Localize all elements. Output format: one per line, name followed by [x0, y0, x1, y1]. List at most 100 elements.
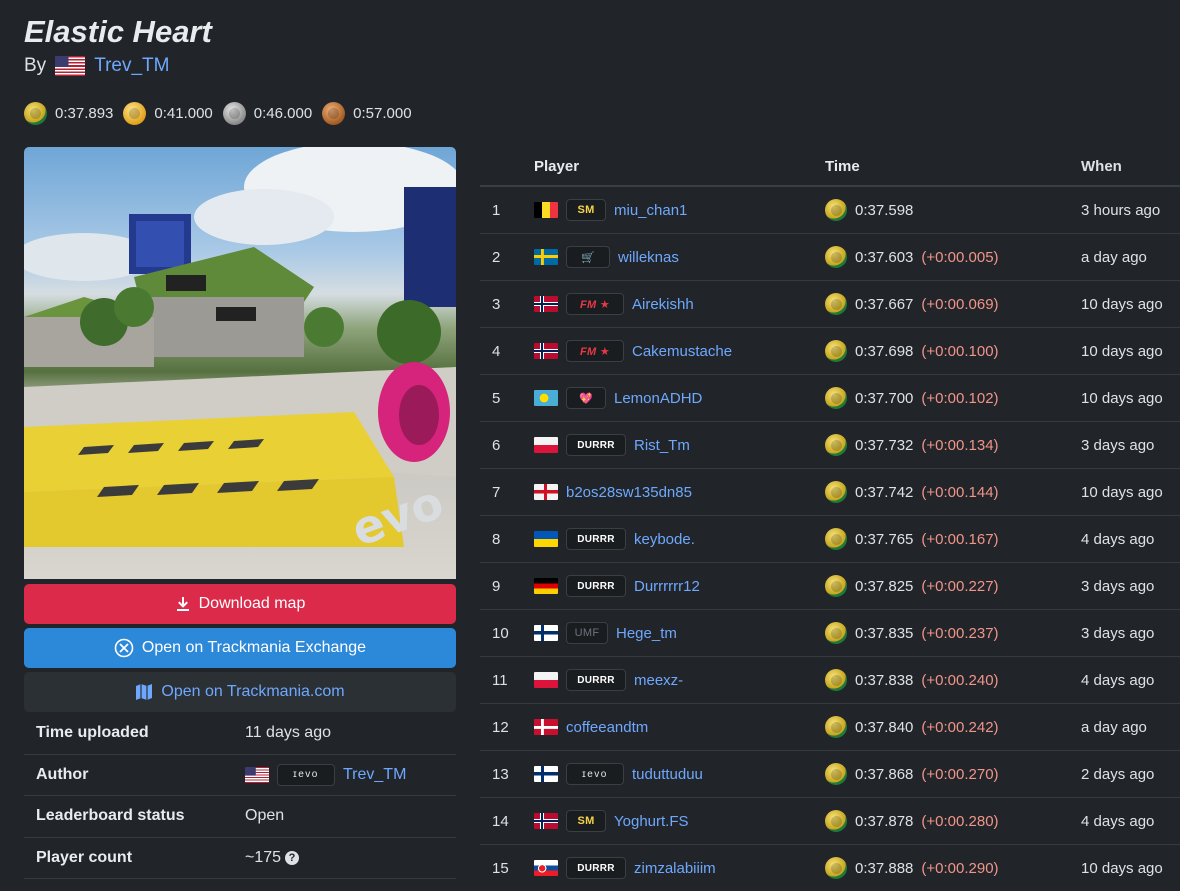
- player-link[interactable]: coffeeandtm: [566, 719, 648, 736]
- rank-cell: 3: [492, 295, 501, 313]
- player-count-value: ~175 ?: [245, 849, 300, 867]
- time-delta: (+0:00.167): [921, 530, 999, 548]
- time-cell: 0:37.598: [825, 199, 1081, 221]
- club-tag: FM ★: [566, 340, 624, 362]
- country-flag-icon: [534, 249, 558, 265]
- player-link[interactable]: LemonADHD: [614, 390, 702, 407]
- author-medal-icon: [825, 716, 847, 738]
- download-map-button[interactable]: Download map: [24, 584, 456, 624]
- club-tag: SM: [566, 199, 606, 221]
- open-tmx-label: Open on Trackmania Exchange: [141, 639, 367, 656]
- player-link[interactable]: Durrrrrr12: [634, 578, 700, 595]
- record-time: 0:37.840: [855, 718, 914, 736]
- time-cell: 0:37.825 (+0:00.227): [825, 575, 1081, 597]
- medal-times: 0:37.893 0:41.000 0:46.000 0:57.000: [24, 102, 422, 125]
- rank-cell: 11: [492, 671, 508, 689]
- author-medal-icon: [825, 810, 847, 832]
- when-cell: 2 days ago: [1081, 765, 1155, 783]
- country-flag-icon: [534, 766, 558, 782]
- rank-cell: 13: [492, 765, 509, 783]
- record-time: 0:37.825: [855, 577, 914, 595]
- player-link[interactable]: Yoghurt.FS: [614, 813, 689, 830]
- map-author-link[interactable]: Trev_TM: [94, 55, 169, 77]
- record-time: 0:37.732: [855, 436, 914, 454]
- table-row: 11 DURRR meexz- 0:37.838 (+0:00.240) 4 d…: [480, 657, 1180, 704]
- time-cell: 0:37.840 (+0:00.242): [825, 716, 1081, 738]
- map-thumbnail: evo: [24, 147, 456, 579]
- when-cell: 4 days ago: [1081, 530, 1155, 548]
- player-link[interactable]: Airekishh: [632, 296, 694, 313]
- leaderboard-body: 1 SM miu_chan1 0:37.598 3 hours ago 2 🛒 …: [480, 187, 1180, 891]
- club-tag: SM: [566, 810, 606, 832]
- tmx-logo-icon: [114, 638, 134, 658]
- record-time: 0:37.765: [855, 530, 914, 548]
- leaderboard-header: Player Time When: [480, 147, 1180, 187]
- record-time: 0:37.888: [855, 859, 914, 877]
- rank-cell: 5: [492, 389, 501, 407]
- help-icon[interactable]: ?: [285, 850, 300, 865]
- time-cell: 0:37.732 (+0:00.134): [825, 434, 1081, 456]
- time-cell: 0:37.698 (+0:00.100): [825, 340, 1081, 362]
- author-medal-icon: [825, 340, 847, 362]
- record-time: 0:37.698: [855, 342, 914, 360]
- table-row: 8 DURRR keybode. 0:37.765 (+0:00.167) 4 …: [480, 516, 1180, 563]
- player-cell: SM Yoghurt.FS: [534, 810, 825, 832]
- map-info-table: Time uploaded 11 days ago Author ɪevo Tr…: [24, 713, 456, 879]
- time-delta: (+0:00.134): [921, 436, 999, 454]
- record-time: 0:37.878: [855, 812, 914, 830]
- open-trackmania-com-label: Open on Trackmania.com: [161, 683, 345, 700]
- player-link[interactable]: miu_chan1: [614, 202, 687, 219]
- open-tmx-button[interactable]: Open on Trackmania Exchange: [24, 628, 456, 668]
- silver-medal-time: 0:46.000: [253, 105, 313, 122]
- player-cell: DURRR meexz-: [534, 669, 825, 691]
- rank-cell: 6: [492, 436, 501, 454]
- player-link[interactable]: keybode.: [634, 531, 695, 548]
- gold-medal-icon: [123, 102, 147, 125]
- record-time: 0:37.835: [855, 624, 914, 642]
- player-link[interactable]: tuduttuduu: [632, 766, 703, 783]
- rank-cell: 4: [492, 342, 501, 360]
- player-link[interactable]: b2os28sw135dn85: [566, 484, 692, 501]
- player-link[interactable]: Rist_Tm: [634, 437, 690, 454]
- record-time: 0:37.868: [855, 765, 914, 783]
- record-time: 0:37.700: [855, 389, 914, 407]
- rank-cell: 1: [492, 201, 501, 219]
- club-tag: DURRR: [566, 669, 626, 691]
- player-link[interactable]: zimzalabiiim: [634, 860, 716, 877]
- info-row-author: Author ɪevo Trev_TM: [24, 755, 456, 796]
- time-delta: (+0:00.227): [921, 577, 999, 595]
- table-row: 9 DURRR Durrrrrr12 0:37.825 (+0:00.227) …: [480, 563, 1180, 610]
- time-cell: 0:37.667 (+0:00.069): [825, 293, 1081, 315]
- player-link[interactable]: meexz-: [634, 672, 683, 689]
- when-cell: 10 days ago: [1081, 859, 1163, 877]
- player-cell: coffeeandtm: [534, 719, 825, 736]
- open-trackmania-com-button[interactable]: Open on Trackmania.com: [24, 672, 456, 712]
- table-row: 12 coffeeandtm 0:37.840 (+0:00.242) a da…: [480, 704, 1180, 751]
- player-cell: DURRR keybode.: [534, 528, 825, 550]
- leaderboard-status-value: Open: [245, 807, 285, 825]
- by-label: By: [24, 55, 47, 76]
- rank-cell: 10: [492, 624, 509, 642]
- player-link[interactable]: Hege_tm: [616, 625, 677, 642]
- club-tag: ɪevo: [277, 763, 335, 786]
- table-row: 14 SM Yoghurt.FS 0:37.878 (+0:00.280) 4 …: [480, 798, 1180, 845]
- when-cell: a day ago: [1081, 718, 1147, 736]
- time-cell: 0:37.742 (+0:00.144): [825, 481, 1081, 503]
- record-time: 0:37.742: [855, 483, 914, 501]
- author-medal-icon: [24, 102, 47, 125]
- author-label: Author: [36, 765, 89, 783]
- table-row: 4 FM ★ Cakemustache 0:37.698 (+0:00.100)…: [480, 328, 1180, 375]
- player-cell: DURRR Rist_Tm: [534, 434, 825, 456]
- rank-cell: 12: [492, 718, 509, 736]
- author-medal-icon: [825, 246, 847, 268]
- table-row: 15 DURRR zimzalabiiim 0:37.888 (+0:00.29…: [480, 845, 1180, 891]
- author-medal-icon: [825, 622, 847, 644]
- club-tag: ɪevo: [566, 763, 624, 785]
- author-medal-time: 0:37.893: [55, 105, 114, 122]
- player-cell: 🛒 willeknas: [534, 246, 825, 268]
- country-flag-icon: [534, 578, 558, 594]
- club-tag: UMF: [566, 622, 608, 644]
- author-link[interactable]: Trev_TM: [343, 766, 406, 784]
- player-link[interactable]: willeknas: [618, 249, 679, 266]
- player-link[interactable]: Cakemustache: [632, 343, 732, 360]
